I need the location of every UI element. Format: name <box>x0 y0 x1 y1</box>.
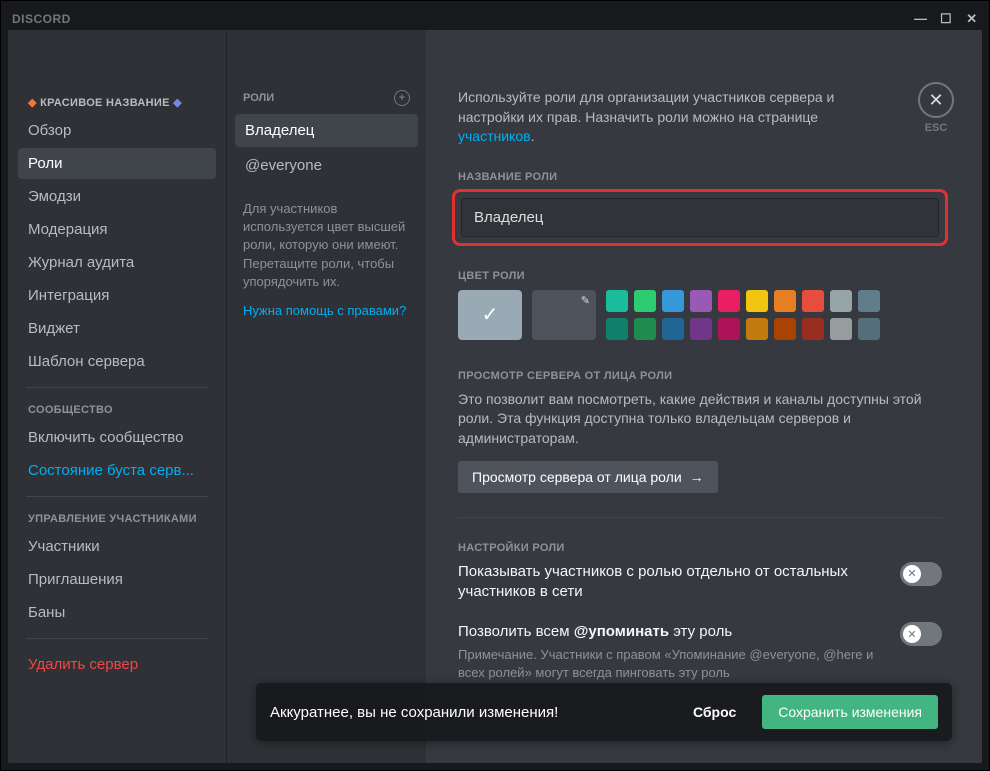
sidebar-item-members[interactable]: Участники <box>18 531 216 562</box>
window-minimize[interactable]: — <box>914 11 926 27</box>
color-swatch[interactable] <box>634 290 656 312</box>
role-name-highlight <box>452 189 948 246</box>
color-swatch[interactable] <box>718 318 740 340</box>
color-custom-picker[interactable]: ✎ <box>532 290 596 340</box>
server-name-header: ◆ КРАСИВОЕ НАЗВАНИЕ ◆ <box>18 90 216 115</box>
color-swatch[interactable] <box>858 318 880 340</box>
setting-display-separately-toggle[interactable]: ✕ <box>900 562 942 586</box>
divider <box>26 638 208 639</box>
divider <box>26 387 208 388</box>
role-settings-label: НАСТРОЙКИ РОЛИ <box>458 542 942 554</box>
color-swatch[interactable] <box>858 290 880 312</box>
sidebar-item-enable-community[interactable]: Включить сообщество <box>18 422 216 453</box>
role-color-label: ЦВЕТ РОЛИ <box>458 270 942 282</box>
color-swatch[interactable] <box>606 318 628 340</box>
add-role-button[interactable]: + <box>394 90 410 106</box>
role-item-everyone[interactable]: @everyone <box>235 149 418 182</box>
sidebar-item-template[interactable]: Шаблон сервера <box>18 346 216 377</box>
sidebar-item-moderation[interactable]: Модерация <box>18 214 216 245</box>
close-label: ESC <box>918 122 954 134</box>
roles-list-column: РОЛИ + Владелец @everyone Для участников… <box>226 30 426 763</box>
color-swatch[interactable] <box>690 318 712 340</box>
sidebar-item-delete-server[interactable]: Удалить сервер <box>18 649 216 680</box>
color-swatch[interactable] <box>802 290 824 312</box>
color-swatch[interactable] <box>746 318 768 340</box>
sidebar-item-emoji[interactable]: Эмодзи <box>18 181 216 212</box>
window-close[interactable]: ✕ <box>966 11 978 27</box>
sidebar-item-invites[interactable]: Приглашения <box>18 564 216 595</box>
color-swatch[interactable] <box>662 318 684 340</box>
close-button[interactable]: ✕ <box>918 82 954 118</box>
setting-display-separately-label: Показывать участников с ролью отдельно о… <box>458 562 880 603</box>
role-edit-panel: ✕ ESC Используйте роли для организации у… <box>426 30 982 763</box>
role-item-owner[interactable]: Владелец <box>235 114 418 147</box>
color-swatch[interactable] <box>830 290 852 312</box>
role-name-input[interactable] <box>461 198 939 237</box>
color-swatch[interactable] <box>830 318 852 340</box>
divider <box>458 517 942 518</box>
setting-allow-mention-label: Позволить всем @упоминать эту роль <box>458 622 880 642</box>
community-header: СООБЩЕСТВО <box>18 398 216 422</box>
color-swatch[interactable] <box>774 290 796 312</box>
roles-reorder-note: Для участников используется цвет высшей … <box>235 184 418 299</box>
unsaved-message: Аккуратнее, вы не сохранили изменения! <box>270 704 667 721</box>
sidebar-item-widget[interactable]: Виджет <box>18 313 216 344</box>
sidebar-item-integrations[interactable]: Интеграция <box>18 280 216 311</box>
roles-header-label: РОЛИ <box>243 92 274 104</box>
color-grid <box>606 290 880 340</box>
checkmark-icon: ✓ <box>482 302 499 327</box>
view-as-role-label: ПРОСМОТР СЕРВЕРА ОТ ЛИЦА РОЛИ <box>458 370 942 382</box>
reset-button[interactable]: Сброс <box>681 696 748 728</box>
role-name-label: НАЗВАНИЕ РОЛИ <box>458 171 942 183</box>
color-swatch[interactable] <box>802 318 824 340</box>
window-controls: — ☐ ✕ <box>914 11 978 27</box>
toggle-knob: ✕ <box>903 565 921 583</box>
sidebar-item-overview[interactable]: Обзор <box>18 115 216 146</box>
roles-help-link[interactable]: Нужна помощь с правами? <box>235 299 418 322</box>
unsaved-changes-banner: Аккуратнее, вы не сохранили изменения! С… <box>256 683 952 741</box>
view-as-role-desc: Это позволит вам посмотреть, какие дейст… <box>458 390 942 449</box>
sidebar-item-roles[interactable]: Роли <box>18 148 216 179</box>
app-wordmark: DISCORD <box>12 12 71 26</box>
color-swatch[interactable] <box>634 318 656 340</box>
color-swatch[interactable] <box>662 290 684 312</box>
sidebar-item-audit-log[interactable]: Журнал аудита <box>18 247 216 278</box>
divider <box>26 496 208 497</box>
arrow-right-icon: → <box>690 469 704 485</box>
save-changes-button[interactable]: Сохранить изменения <box>762 695 938 729</box>
color-swatch[interactable] <box>718 290 740 312</box>
roles-intro-text: Используйте роли для организации участни… <box>458 88 942 147</box>
settings-sidebar: ◆ КРАСИВОЕ НАЗВАНИЕ ◆ Обзор Роли Эмодзи … <box>8 30 226 763</box>
members-link[interactable]: участников <box>458 128 531 144</box>
view-as-role-button[interactable]: Просмотр сервера от лица роли → <box>458 461 718 493</box>
setting-allow-mention-toggle[interactable]: ✕ <box>900 622 942 646</box>
color-swatch[interactable] <box>746 290 768 312</box>
window-maximize[interactable]: ☐ <box>940 11 952 27</box>
color-swatch[interactable] <box>606 290 628 312</box>
sidebar-item-boost-status[interactable]: Состояние буста серв... <box>18 455 216 486</box>
color-swatch[interactable] <box>774 318 796 340</box>
color-default-swatch[interactable]: ✓ <box>458 290 522 340</box>
eyedropper-icon: ✎ <box>581 294 590 307</box>
setting-allow-mention-note: Примечание. Участники с правом «Упоминан… <box>458 646 880 681</box>
user-mgmt-header: УПРАВЛЕНИЕ УЧАСТНИКАМИ <box>18 507 216 531</box>
color-swatch[interactable] <box>690 290 712 312</box>
toggle-knob: ✕ <box>903 625 921 643</box>
sidebar-item-bans[interactable]: Баны <box>18 597 216 628</box>
